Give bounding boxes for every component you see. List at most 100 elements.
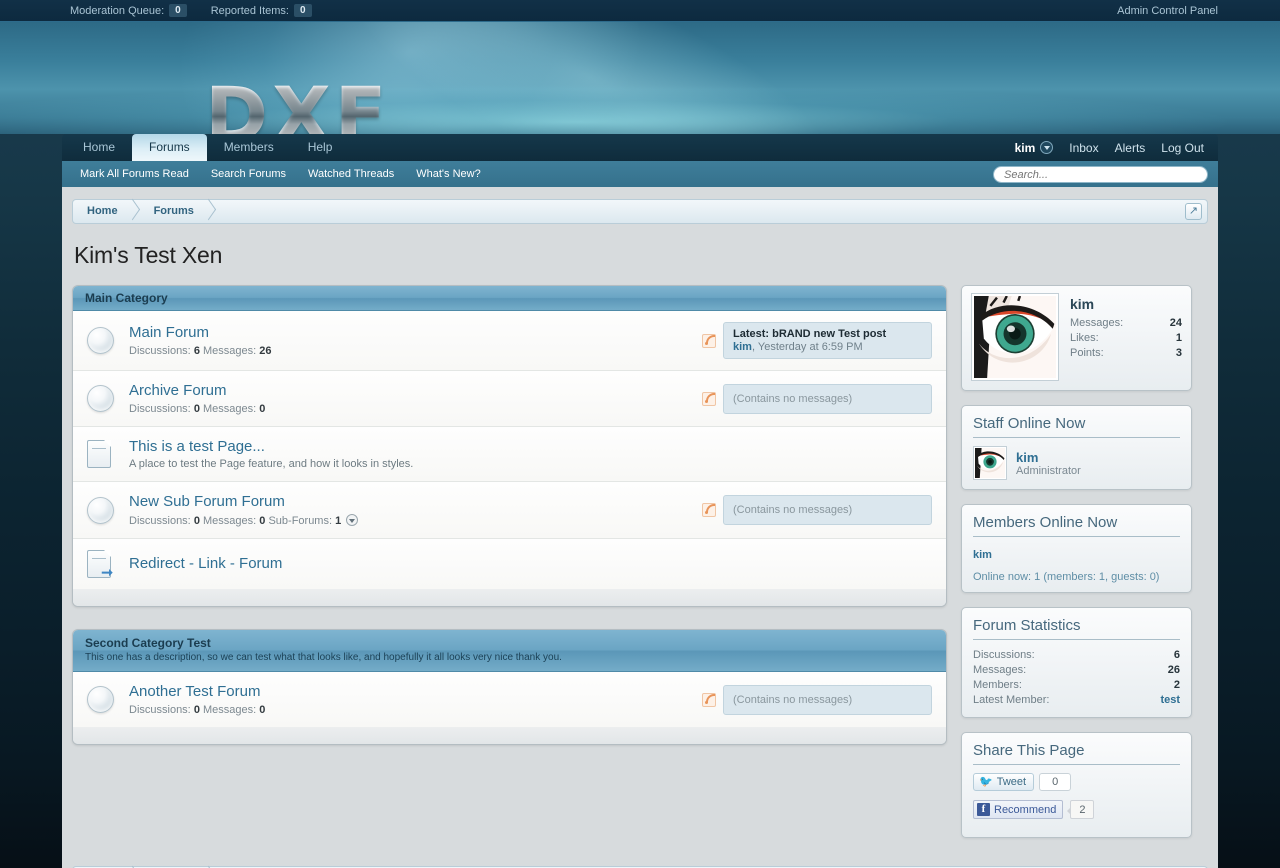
tweet-button[interactable]: 🐦 Tweet xyxy=(973,773,1034,791)
forum-title-link[interactable]: New Sub Forum Forum xyxy=(129,493,285,510)
content-columns: Main Category Main Forum Discussions: 6 xyxy=(72,285,1208,852)
forum-orb-icon xyxy=(87,385,114,412)
staff-member-name[interactable]: kim xyxy=(1016,450,1081,465)
subforums-chevron-down-icon[interactable] xyxy=(346,514,358,526)
category-footer xyxy=(73,589,946,606)
tab-forums[interactable]: Forums xyxy=(132,134,207,161)
rss-icon[interactable] xyxy=(702,693,716,707)
staff-online-block: Staff Online Now xyxy=(961,405,1192,490)
site-header: DXF xyxy=(0,22,1280,134)
primary-navigation: Home Forums Members Help kim Inbox Alert… xyxy=(62,134,1218,161)
messages-label: Messages: xyxy=(203,345,256,357)
nav-logout-link[interactable]: Log Out xyxy=(1161,141,1204,155)
category-header[interactable]: Main Category xyxy=(73,286,946,311)
facebook-recommend-button[interactable]: f Recommend xyxy=(973,800,1063,819)
breadcrumb-item-home[interactable]: Home xyxy=(73,200,126,223)
last-post-meta: kim, Yesterday at 6:59 PM xyxy=(733,341,922,353)
stat-row: Discussions: 6 xyxy=(973,648,1180,663)
discussions-label: Discussions: xyxy=(129,403,191,415)
forum-orb-icon xyxy=(87,497,114,524)
rss-icon[interactable] xyxy=(702,334,716,348)
forum-title-link[interactable]: Archive Forum xyxy=(129,382,227,399)
forum-statistics-block: Forum Statistics Discussions: 6 Messages… xyxy=(961,607,1192,718)
node-text: New Sub Forum Forum Discussions: 0 Messa… xyxy=(129,493,702,527)
redirect-title-link[interactable]: Redirect - Link - Forum xyxy=(129,555,282,572)
redirect-row[interactable]: ➞ Redirect - Link - Forum xyxy=(73,539,946,589)
last-post-author[interactable]: kim xyxy=(733,341,752,353)
discussions-count: 6 xyxy=(194,345,200,357)
breadcrumb-item-forums[interactable]: Forums xyxy=(140,200,202,223)
staff-member-role: Administrator xyxy=(1016,465,1081,477)
moderation-queue-stat[interactable]: Moderation Queue: 0 xyxy=(70,4,187,17)
online-member-link[interactable]: kim xyxy=(973,549,992,561)
mark-all-forums-read-link[interactable]: Mark All Forums Read xyxy=(80,168,189,180)
forum-stats: Discussions: 6 Messages: 26 xyxy=(129,345,702,357)
sidebar: kim Messages: 24 Likes: 1 Points: 3 xyxy=(961,285,1192,852)
stat-discussions-value: 6 xyxy=(1174,648,1180,663)
moderation-queue-count: 0 xyxy=(169,4,187,17)
tab-help[interactable]: Help xyxy=(291,134,350,161)
nav-alerts-link[interactable]: Alerts xyxy=(1115,141,1146,155)
reported-items-label: Reported Items: xyxy=(211,5,289,17)
forum-row[interactable]: New Sub Forum Forum Discussions: 0 Messa… xyxy=(73,482,946,539)
nav-inbox-link[interactable]: Inbox xyxy=(1069,141,1098,155)
watched-threads-link[interactable]: Watched Threads xyxy=(308,168,394,180)
discussions-label: Discussions: xyxy=(129,704,191,716)
reported-items-stat[interactable]: Reported Items: 0 xyxy=(211,4,312,17)
visitor-stat-row: Points: 3 xyxy=(1070,346,1182,361)
last-post-box-empty: (Contains no messages) xyxy=(723,495,932,525)
rss-icon[interactable] xyxy=(702,503,716,517)
rss-icon[interactable] xyxy=(702,392,716,406)
node-icon-cell xyxy=(87,497,129,524)
breadcrumb-separator-icon xyxy=(126,200,140,223)
visitor-messages-label: Messages: xyxy=(1070,316,1170,331)
content-shell: Home Forums ↗ Kim's Test Xen Main Catego… xyxy=(62,187,1218,868)
reported-items-count: 0 xyxy=(294,4,312,17)
page-row[interactable]: This is a test Page... A place to test t… xyxy=(73,427,946,482)
messages-count: 26 xyxy=(259,345,271,357)
forum-row[interactable]: Main Forum Discussions: 6 Messages: 26 xyxy=(73,311,946,371)
stat-latest-member-value[interactable]: test xyxy=(1160,693,1180,708)
stat-row: Latest Member: test xyxy=(973,693,1180,708)
subforums-count: 1 xyxy=(335,515,341,527)
category-header[interactable]: Second Category Test This one has a desc… xyxy=(73,630,946,672)
last-post-title[interactable]: bRAND new Test post xyxy=(772,328,886,340)
facebook-icon: f xyxy=(977,803,990,816)
node-icon-cell xyxy=(87,385,129,412)
avatar[interactable] xyxy=(971,293,1059,381)
search-forums-link[interactable]: Search Forums xyxy=(211,168,286,180)
visitor-likes-value: 1 xyxy=(1176,331,1182,346)
redirect-page-icon: ➞ xyxy=(87,550,111,578)
staff-member-row[interactable]: kim Administrator xyxy=(973,446,1180,480)
site-logo[interactable]: DXF xyxy=(205,77,391,134)
last-post-cell: Latest: bRAND new Test post kim, Yesterd… xyxy=(702,322,932,359)
admin-bar-right: Admin Control Panel xyxy=(1117,5,1218,17)
jump-to-bottom-icon[interactable]: ↗ xyxy=(1185,203,1202,220)
avatar[interactable] xyxy=(973,446,1007,480)
page-description: A place to test the Page feature, and ho… xyxy=(129,458,702,470)
share-this-page-block: Share This Page 🐦 Tweet 0 f Recommend 2 xyxy=(961,732,1192,838)
forum-title-link[interactable]: Main Forum xyxy=(129,324,209,341)
tab-home[interactable]: Home xyxy=(66,134,132,161)
discussions-count: 0 xyxy=(194,704,200,716)
breadcrumb-separator-icon xyxy=(202,200,216,223)
visitor-likes-label: Likes: xyxy=(1070,331,1176,346)
node-icon-cell xyxy=(87,327,129,354)
node-text: Another Test Forum Discussions: 0 Messag… xyxy=(129,683,702,716)
forum-stats: Discussions: 0 Messages: 0 xyxy=(129,403,702,415)
members-online-title: Members Online Now xyxy=(973,514,1180,537)
tab-members[interactable]: Members xyxy=(207,134,291,161)
page-title-link[interactable]: This is a test Page... xyxy=(129,438,265,455)
members-online-block: Members Online Now kim Online now: 1 (me… xyxy=(961,504,1192,593)
whats-new-link[interactable]: What's New? xyxy=(416,168,480,180)
forum-row[interactable]: Another Test Forum Discussions: 0 Messag… xyxy=(73,672,946,727)
messages-label: Messages: xyxy=(203,515,256,527)
search-input[interactable] xyxy=(993,166,1208,183)
nav-user-menu[interactable]: kim xyxy=(1015,141,1054,155)
forum-title-link[interactable]: Another Test Forum xyxy=(129,683,260,700)
discussions-count: 0 xyxy=(194,403,200,415)
discussions-label: Discussions: xyxy=(129,515,191,527)
admin-control-panel-link[interactable]: Admin Control Panel xyxy=(1117,5,1218,17)
forum-row[interactable]: Archive Forum Discussions: 0 Messages: 0… xyxy=(73,371,946,427)
visitor-username[interactable]: kim xyxy=(1070,296,1182,312)
